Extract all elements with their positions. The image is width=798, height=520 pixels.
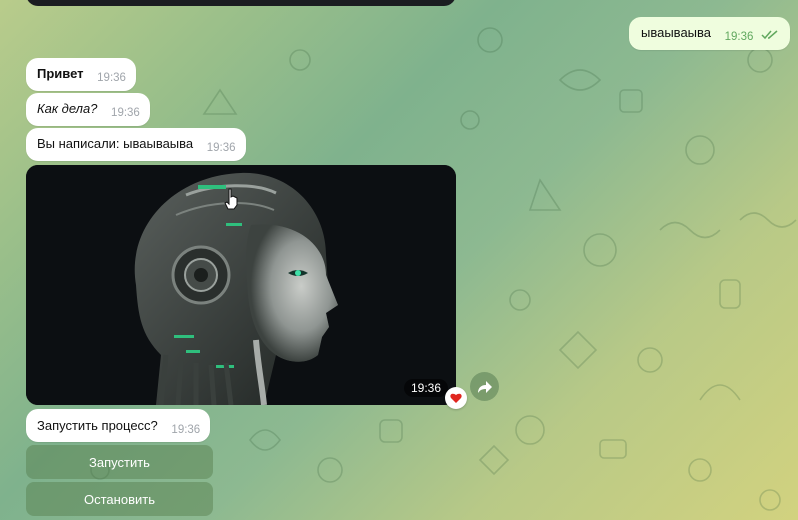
chat-area[interactable]: ываываыва 19:36 Привет 19:36 Как дела? 1…: [0, 0, 798, 520]
message-time: 19:36: [724, 31, 754, 43]
outgoing-message[interactable]: ываываыва 19:36: [629, 17, 791, 50]
message-text: ываываыва: [641, 25, 712, 40]
message-time: 19:36: [206, 142, 236, 154]
message-time: 19:36: [111, 107, 140, 119]
message-text: Как дела?: [37, 101, 98, 116]
incoming-message[interactable]: Привет 19:36: [26, 58, 136, 91]
hand-cursor-icon: [224, 188, 238, 210]
share-button[interactable]: [470, 372, 499, 401]
incoming-message[interactable]: Вы написали: ываываыва 19:36: [26, 128, 246, 161]
heart-icon: [450, 393, 462, 403]
start-button[interactable]: Запустить: [26, 445, 213, 479]
incoming-message[interactable]: Как дела? 19:36: [26, 93, 150, 126]
photo-time: 19:36: [403, 379, 448, 397]
stop-button[interactable]: Остановить: [26, 482, 213, 516]
message-text: Привет: [37, 66, 84, 81]
message-text: Вы написали: ываываыва: [37, 136, 194, 151]
share-arrow-icon: [477, 380, 492, 393]
incoming-message[interactable]: Запустить процесс? 19:36: [26, 409, 211, 442]
double-check-icon: [761, 30, 778, 40]
photo-message[interactable]: 19:36: [26, 165, 456, 405]
message-text: Запустить процесс?: [37, 418, 158, 433]
message-time: 19:36: [97, 72, 126, 84]
heart-reaction[interactable]: [445, 387, 467, 409]
message-time: 19:36: [171, 424, 201, 436]
robot-head-image: [26, 165, 456, 405]
previous-media-edge: [26, 0, 456, 6]
